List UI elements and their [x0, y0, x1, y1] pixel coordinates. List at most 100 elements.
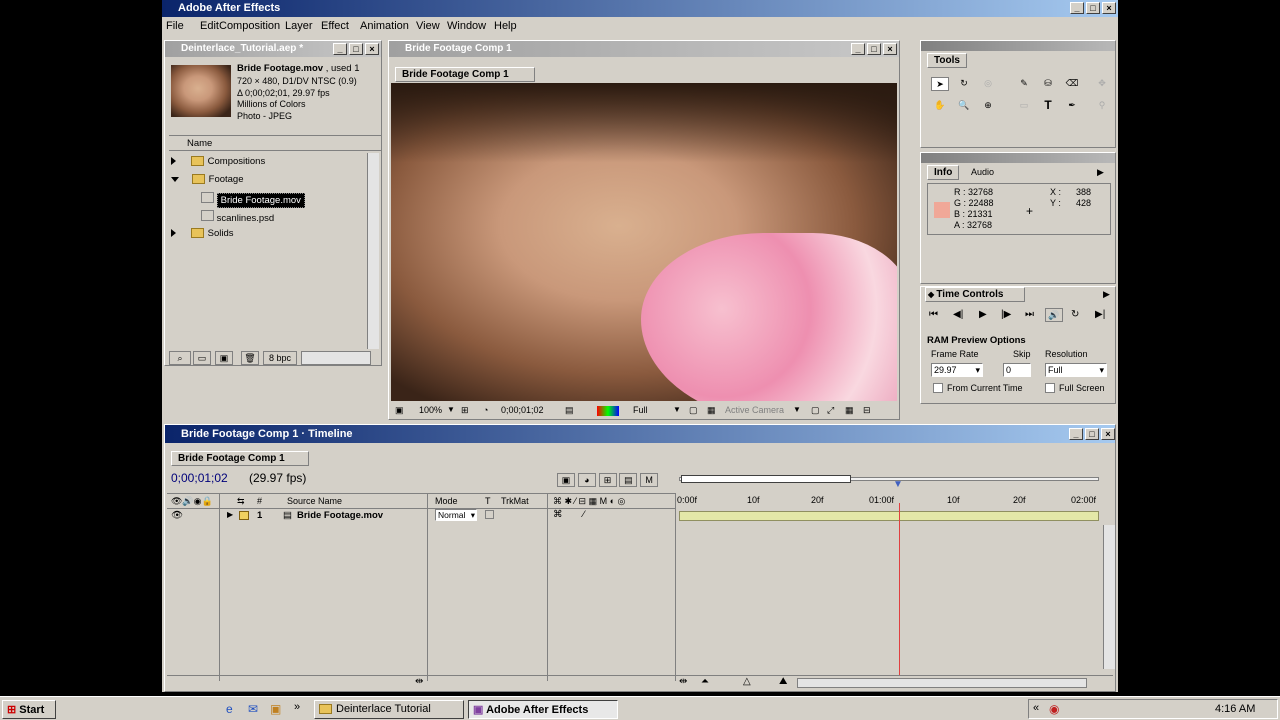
skip-field[interactable]: 0 [1003, 363, 1031, 377]
trkmat-header[interactable]: TrkMat [501, 496, 529, 506]
list-item-bride-footage[interactable]: Bride Footage.mov [201, 189, 365, 208]
audio-toggle-button[interactable]: 🔊 [1045, 308, 1063, 322]
render-icon[interactable]: ▣ [395, 405, 404, 416]
new-comp-icon[interactable]: ▣ [215, 351, 233, 365]
number-column-header[interactable]: # [257, 496, 262, 506]
find-icon[interactable]: ⌕ [169, 351, 191, 365]
tray-app-icon[interactable]: ◉ [1049, 702, 1059, 716]
zoom-mountain-small-icon[interactable]: ⏶ [701, 676, 709, 687]
layer-row[interactable]: 👁 ▶ 1 ▤ Bride Footage.mov Normal ▾ ⌘ ⁄ [167, 509, 675, 523]
timeline-maximize-button[interactable]: □ [1085, 428, 1099, 440]
list-item-solids[interactable]: Solids [171, 225, 365, 243]
pen-tool-icon[interactable]: ✒ [1063, 99, 1081, 113]
menu-composition[interactable]: Composition [219, 20, 280, 32]
taskbar-item-after-effects[interactable]: ▣ Adobe After Effects [468, 700, 618, 719]
comp-viewer[interactable] [391, 83, 897, 401]
info-menu-icon[interactable]: ▶ [1097, 167, 1104, 178]
resolution-select[interactable]: Full ▾ [1045, 363, 1107, 377]
safe-margins-icon[interactable]: ⊞ [461, 405, 469, 416]
taskbar-item-deinterlace[interactable]: Deinterlace Tutorial [314, 700, 464, 719]
comp-minimize-button[interactable]: _ [851, 43, 865, 55]
first-frame-button[interactable]: ⏮ [929, 309, 938, 320]
comp-marker-icon[interactable]: ▣ [557, 473, 575, 487]
menu-help[interactable]: Help [494, 20, 517, 32]
menu-animation[interactable]: Animation [360, 20, 409, 32]
camera-dropdown-icon[interactable]: ▼ [793, 405, 801, 414]
selection-tool-icon[interactable]: ➤ [931, 77, 949, 91]
last-frame-button[interactable]: ⏭ [1025, 309, 1034, 320]
quicklaunch-more-icon[interactable]: » [294, 701, 300, 713]
zoom-slider-icon[interactable]: △ [743, 676, 751, 687]
view-layout-icon[interactable]: ▢ [811, 405, 820, 416]
previous-frame-button[interactable]: ◀| [953, 309, 963, 320]
resolution-dropdown-icon[interactable]: ▼ [673, 405, 681, 414]
next-frame-button[interactable]: |▶ [1001, 309, 1011, 320]
current-time-indicator[interactable] [899, 503, 900, 675]
mask-tool-icon[interactable]: ▭ [1015, 99, 1033, 113]
time-controls-tab[interactable]: ◆ Time Controls [925, 287, 1025, 302]
pixel-aspect-icon[interactable]: ⤢ [827, 405, 834, 416]
layer-mode-select[interactable]: Normal ▾ [435, 509, 477, 521]
frame-blend-icon[interactable]: ⊞ [598, 473, 617, 487]
project-close-button[interactable]: × [365, 43, 379, 55]
audio-tab[interactable]: Audio [971, 167, 994, 177]
collapse-icon[interactable] [171, 176, 179, 182]
new-folder-icon[interactable]: ▭ [193, 351, 211, 365]
info-tab[interactable]: Info [927, 165, 959, 180]
label-color-icon[interactable] [239, 511, 249, 520]
current-time-marker-icon[interactable]: ▼ [893, 479, 907, 490]
zoom-dropdown-icon[interactable]: ▼ [447, 405, 455, 414]
project-minimize-button[interactable]: _ [333, 43, 347, 55]
time-ruler[interactable]: 0:00f 10f 20f 01:00f 10f 20f 02:00f [677, 493, 1105, 509]
preserve-transparency-checkbox[interactable] [485, 510, 494, 519]
list-item-compositions[interactable]: Compositions [171, 153, 365, 171]
visibility-icon[interactable]: 👁 [171, 510, 183, 521]
hand-tool-icon[interactable]: ✋ [931, 99, 949, 113]
brush-tool-icon[interactable]: ✎ [1015, 77, 1033, 91]
layer-duration-bar[interactable] [679, 511, 1099, 521]
label-column-icon[interactable]: ⇆ [237, 496, 245, 507]
horizontal-scrollbar[interactable] [301, 351, 371, 365]
zoom-select[interactable]: 100% [419, 405, 442, 415]
draft-3d-icon[interactable]: M [640, 473, 659, 487]
layer-name[interactable]: Bride Footage.mov [297, 510, 383, 521]
flowchart-icon[interactable]: ⊟ [863, 405, 871, 416]
motion-blur-icon[interactable]: ▤ [619, 473, 638, 487]
shy-icon[interactable]: ◕ [577, 473, 596, 487]
expand-icon[interactable] [171, 157, 176, 166]
timeline-icon[interactable]: ▦ [845, 405, 854, 416]
project-column-header[interactable]: Name [169, 135, 381, 151]
name-column-header[interactable]: Name [187, 138, 212, 149]
zoom-mountain-large-icon[interactable]: ⛰ [779, 676, 787, 687]
menu-window[interactable]: Window [447, 20, 486, 32]
zoom-out-icon[interactable]: ⇹ [679, 676, 687, 687]
start-button[interactable]: ⊞ Start [2, 700, 56, 719]
maximize-button[interactable]: □ [1086, 2, 1100, 14]
timeline-minimize-button[interactable]: _ [1069, 428, 1083, 440]
loop-button[interactable]: ↻ [1071, 309, 1079, 320]
menu-file[interactable]: File [166, 20, 184, 32]
list-item-scanlines[interactable]: scanlines.psd [201, 207, 365, 225]
resolution-select[interactable]: Full [633, 405, 648, 415]
list-item-footage[interactable]: Footage [171, 171, 365, 189]
timeline-horizontal-scrollbar[interactable] [797, 678, 1087, 688]
timeline-close-button[interactable]: × [1101, 428, 1115, 440]
switches-modes-toggle-icon[interactable]: ⇹ [415, 676, 423, 687]
expand-icon[interactable] [171, 229, 176, 238]
text-tool-icon[interactable]: T [1039, 99, 1057, 113]
menu-edit[interactable]: Edit [200, 20, 219, 32]
project-maximize-button[interactable]: □ [349, 43, 363, 55]
ie-icon[interactable]: e [226, 702, 233, 716]
ram-preview-button[interactable]: ▶| [1095, 309, 1105, 320]
collapse-switch-icon[interactable]: ⌘ [553, 509, 563, 520]
t-header[interactable]: T [485, 496, 491, 506]
timeline-vertical-scrollbar[interactable] [1103, 525, 1115, 669]
starch-tool-icon[interactable]: ⚲ [1093, 99, 1111, 113]
comp-close-button[interactable]: × [883, 43, 897, 55]
tools-tab[interactable]: Tools [927, 53, 967, 68]
orbit-camera-tool-icon[interactable]: ◎ [979, 77, 997, 91]
bpc-button[interactable]: 8 bpc [263, 351, 297, 365]
comp-tab[interactable]: Bride Footage Comp 1 [395, 67, 535, 82]
tray-expand-icon[interactable]: « [1033, 702, 1039, 714]
timeline-timecode[interactable]: 0;00;01;02 [171, 471, 228, 485]
